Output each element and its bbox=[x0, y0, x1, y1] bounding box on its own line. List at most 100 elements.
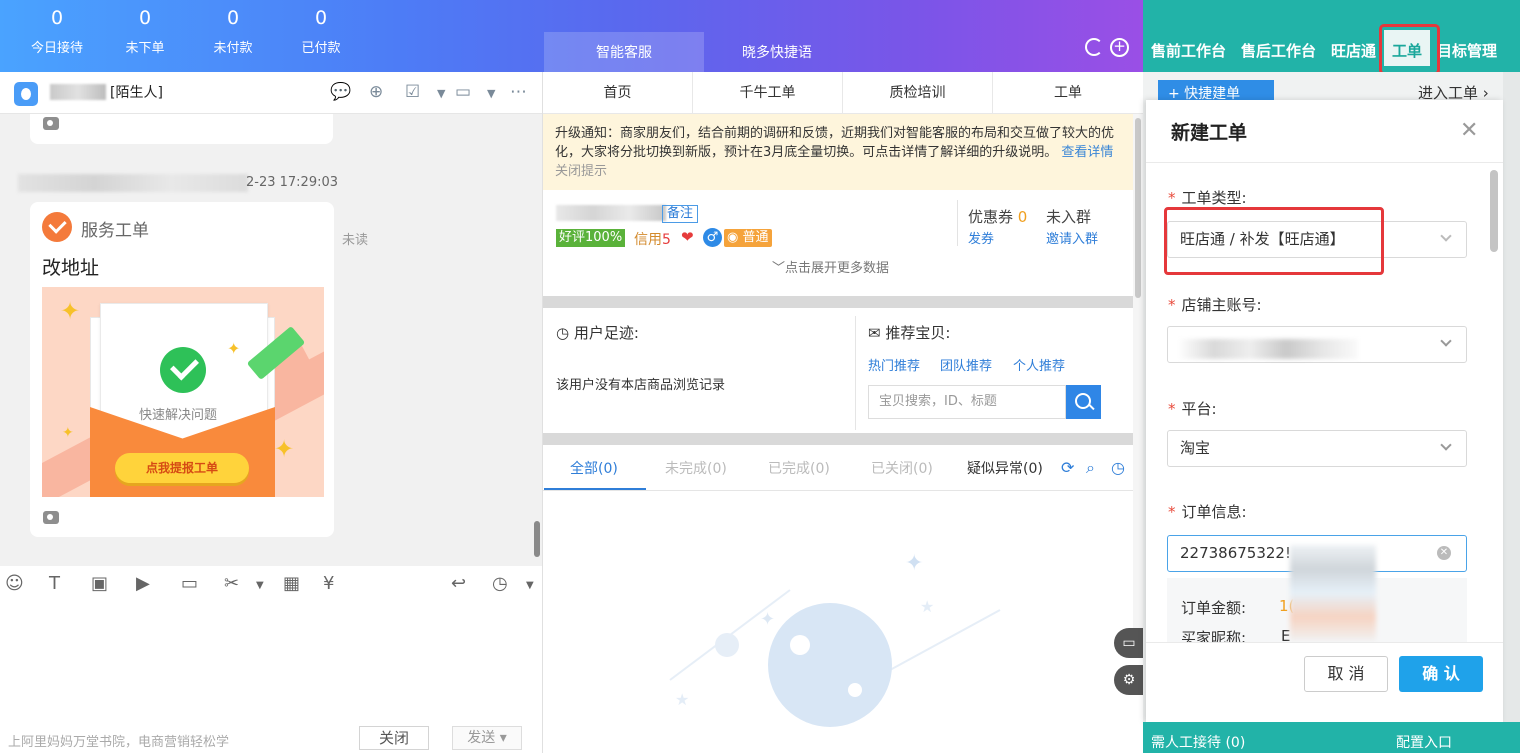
stat-number: 0 bbox=[138, 7, 152, 29]
promo-footer-link[interactable]: 上阿里妈妈万堂书院，电商营销轻松学 bbox=[8, 731, 229, 750]
stat-paid[interactable]: 0 已付款 bbox=[277, 6, 365, 56]
stat-number: 0 bbox=[50, 7, 64, 29]
chevron-down-icon[interactable]: ▼ bbox=[526, 580, 534, 591]
modal-title: 新建工单 bbox=[1171, 122, 1248, 144]
add-contact-icon[interactable]: ⊕ bbox=[369, 82, 383, 102]
avatar[interactable] bbox=[14, 82, 38, 106]
tab-aftersale-workbench[interactable]: 售后工作台 bbox=[1241, 40, 1316, 61]
credit-value: 5 bbox=[662, 232, 671, 248]
stat-not-ordered[interactable]: 0 未下单 bbox=[101, 6, 189, 56]
view-details-link[interactable]: 查看详情 bbox=[1061, 145, 1113, 160]
platform-value: 淘宝 bbox=[1180, 439, 1211, 457]
chevron-down-icon bbox=[1440, 230, 1452, 242]
chat-bubble-icon[interactable]: 💬 bbox=[330, 82, 351, 102]
nav-quality-training[interactable]: 质检培训 bbox=[843, 72, 993, 114]
close-button[interactable]: 关闭 bbox=[359, 726, 429, 750]
chat-side-icon[interactable]: ▭ bbox=[1114, 628, 1144, 658]
quick-create-button[interactable]: + 快捷建单 bbox=[1158, 80, 1274, 102]
message-input[interactable] bbox=[0, 604, 542, 724]
close-notice-link[interactable]: 关闭提示 bbox=[555, 164, 607, 179]
personal-recommend-link[interactable]: 个人推荐 bbox=[1013, 355, 1065, 374]
star-icon: ✦ bbox=[274, 435, 295, 463]
tab-presale-workbench[interactable]: 售前工作台 bbox=[1151, 40, 1226, 61]
nav-orders[interactable]: 工单 bbox=[993, 72, 1143, 114]
chevron-down-icon[interactable]: ▼ bbox=[487, 87, 495, 100]
cancel-button[interactable]: 取 消 bbox=[1304, 656, 1388, 692]
hot-recommend-link[interactable]: 热门推荐 bbox=[868, 355, 920, 374]
quick-reply-icon[interactable]: ↩ bbox=[451, 573, 466, 594]
send-button[interactable]: 发送 ▾ bbox=[452, 726, 522, 750]
image-icon[interactable]: ▣ bbox=[91, 573, 108, 594]
tab-wangdiantong[interactable]: 旺店通 bbox=[1331, 40, 1376, 61]
middle-scrollbar[interactable] bbox=[1135, 118, 1141, 298]
stat-unpaid[interactable]: 0 未付款 bbox=[189, 6, 277, 56]
history-icon[interactable]: ◷ bbox=[492, 573, 508, 594]
modal-scrollbar[interactable] bbox=[1490, 170, 1498, 252]
tab-all-orders[interactable]: 全部(0) bbox=[570, 458, 618, 478]
config-entry-link[interactable]: 配置入口 bbox=[1396, 732, 1452, 752]
search-icon[interactable] bbox=[1066, 385, 1101, 419]
tab-abnormal-orders[interactable]: 疑似异常(0) bbox=[967, 458, 1043, 478]
shop-account-label: * 店铺主账号: bbox=[1168, 296, 1262, 314]
platform-select[interactable]: 淘宝 bbox=[1167, 430, 1467, 467]
platform-label-text: 平台: bbox=[1181, 400, 1217, 418]
task-icon[interactable]: ☑ bbox=[405, 82, 420, 102]
text-format-icon[interactable]: T bbox=[49, 573, 60, 594]
service-order-icon bbox=[42, 212, 72, 242]
svg-text:✦: ✦ bbox=[905, 551, 923, 576]
refresh-icon[interactable]: ⟳ bbox=[1061, 458, 1074, 477]
tab-xiaoduo-phrases[interactable]: 晓多快捷语 bbox=[704, 32, 850, 72]
chat-scrollbar[interactable] bbox=[534, 521, 540, 557]
customer-name-redacted bbox=[556, 205, 666, 221]
calculator-icon[interactable]: ▦ bbox=[283, 573, 300, 594]
tab-completed-orders[interactable]: 已完成(0) bbox=[768, 458, 830, 478]
tab-incomplete-orders[interactable]: 未完成(0) bbox=[665, 458, 727, 478]
svg-text:★: ★ bbox=[675, 690, 689, 709]
video-icon[interactable]: ▭ bbox=[455, 82, 471, 102]
expand-more-link[interactable]: ﹀点击展开更多数据 bbox=[772, 257, 889, 276]
tab-smart-service[interactable]: 智能客服 bbox=[544, 32, 704, 72]
item-search-input[interactable]: 宝贝搜索，ID、标题 bbox=[868, 385, 1066, 419]
nav-home[interactable]: 首页 bbox=[543, 72, 693, 114]
tab-goal-management[interactable]: 目标管理 bbox=[1437, 40, 1497, 61]
more-icon[interactable]: ⋯ bbox=[510, 82, 527, 102]
highlight-box bbox=[1164, 207, 1384, 275]
upgrade-notice: 升级通知：商家朋友们，结合前期的调研和反馈，近期我们对智能客服的布局和交互做了较… bbox=[543, 114, 1133, 190]
folder-icon[interactable]: ▭ bbox=[181, 573, 198, 594]
notice-text: 升级通知：商家朋友们，结合前期的调研和反馈，近期我们对智能客服的布局和交互做了较… bbox=[555, 126, 1115, 160]
member-level-badge: ◉ 普通 bbox=[724, 229, 772, 247]
search-icon[interactable]: ⌕ bbox=[1086, 458, 1095, 478]
svg-text:✦: ✦ bbox=[760, 609, 775, 630]
send-coupon-link[interactable]: 发券 bbox=[968, 228, 994, 247]
chevron-down-icon[interactable]: ▼ bbox=[437, 87, 445, 100]
close-icon[interactable]: ✕ bbox=[1460, 118, 1478, 143]
modal-divider bbox=[1146, 162, 1503, 163]
settings-gear-icon[interactable]: ⚙ bbox=[1114, 665, 1144, 695]
clear-icon[interactable]: ✕ bbox=[1437, 546, 1451, 560]
send-label: 发送 bbox=[467, 730, 496, 746]
confirm-button[interactable]: 确 认 bbox=[1399, 656, 1483, 692]
nav-qianniu-orders[interactable]: 千牛工单 bbox=[693, 72, 843, 114]
right-scroll-track[interactable] bbox=[1503, 72, 1520, 722]
footprint-title: ◷ 用户足迹: bbox=[556, 324, 639, 342]
coupon-icon[interactable]: ¥ bbox=[323, 573, 334, 594]
note-button[interactable]: 备注 bbox=[662, 205, 699, 223]
stat-today-reception[interactable]: 0 今日接待 bbox=[13, 6, 101, 56]
submit-order-button[interactable]: 点我提报工单 bbox=[115, 453, 249, 483]
invite-group-link[interactable]: 邀请入群 bbox=[1046, 228, 1098, 247]
star-icon: ✦ bbox=[227, 339, 241, 358]
need-human-status[interactable]: 需人工接待 (0) bbox=[1151, 732, 1245, 752]
add-icon[interactable]: + bbox=[1110, 38, 1129, 57]
emoji-icon[interactable]: ☺ bbox=[5, 573, 24, 594]
tab-closed-orders[interactable]: 已关闭(0) bbox=[871, 458, 933, 478]
scissors-icon[interactable]: ✂ bbox=[224, 573, 239, 594]
team-recommend-link[interactable]: 团队推荐 bbox=[940, 355, 992, 374]
unread-status: 未读 bbox=[342, 233, 369, 248]
refresh-icon[interactable] bbox=[1085, 38, 1103, 56]
message-timestamp: 2-23 17:29:03 bbox=[246, 175, 339, 190]
chevron-down-icon[interactable]: ▼ bbox=[256, 580, 264, 591]
history-icon[interactable]: ◷ bbox=[1111, 458, 1125, 477]
male-icon: ♂ bbox=[703, 228, 722, 247]
video-play-icon[interactable]: ▶ bbox=[136, 573, 150, 594]
camera-icon bbox=[43, 511, 59, 524]
